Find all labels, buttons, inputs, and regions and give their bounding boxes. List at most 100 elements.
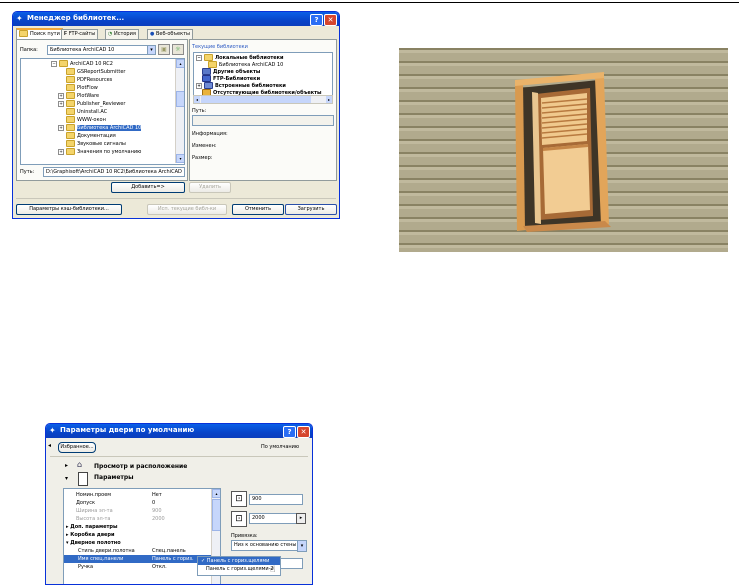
anchor-select[interactable]: Низ к основанию стены [231, 540, 299, 551]
size-label: Размер: [192, 155, 213, 161]
scroll-right-icon[interactable]: ▸ [326, 96, 332, 103]
title-bar[interactable]: ✦ Менеджер библиотек... ? ✕ [13, 12, 339, 26]
section-parameters[interactable]: Параметры [94, 474, 134, 481]
help-button[interactable]: ? [310, 14, 323, 26]
param-value[interactable]: Нет [152, 492, 162, 498]
scroll-thumb[interactable] [212, 499, 220, 531]
tree-item-ftp-libraries[interactable]: FTP-Библиотеки [202, 75, 260, 82]
delete-button[interactable]: Удалить [189, 182, 231, 193]
current-libraries-tree[interactable]: − Локальные библиотеки Библиотека ArchiCA… [193, 52, 333, 96]
tree-item[interactable]: GSReportSubmitter [66, 68, 125, 75]
right-path-field [192, 115, 334, 126]
current-libraries-panel: Текущие библиотеки − Локальные библиотеки… [189, 39, 337, 181]
folder-icon [66, 108, 75, 115]
tree-item[interactable]: Звуковые сигналы [66, 140, 126, 147]
param-group-frame[interactable]: ▸ Коробка двери [66, 532, 114, 538]
param-value[interactable]: Откл. [152, 564, 167, 570]
load-button[interactable]: Загрузить [285, 204, 337, 215]
scroll-up-icon[interactable]: ▴ [176, 59, 184, 68]
folder-icon [19, 30, 28, 37]
param-row[interactable]: Допуск [76, 500, 95, 506]
expand-icon[interactable]: + [58, 148, 64, 155]
expand-icon[interactable]: + [58, 100, 64, 107]
width-field[interactable]: 900 [249, 494, 303, 505]
tree-item-selected[interactable]: + Библиотека ArchiCAD 10 [58, 124, 142, 131]
collapse-icon[interactable]: − [196, 54, 202, 61]
param-group-leaf[interactable]: ▾ Дверное полотно [66, 540, 121, 546]
expand-arrow-icon[interactable]: ▸ [65, 462, 68, 469]
chevron-down-icon[interactable]: ▾ [297, 540, 307, 552]
tree-item[interactable]: PDFResources [66, 76, 112, 83]
cache-settings-button[interactable]: Параметры кэш-библиотеки... [16, 204, 122, 215]
height-icon: ⊡ [231, 511, 247, 527]
tree-scrollbar[interactable]: ▴ ▾ [175, 59, 184, 163]
close-button[interactable]: ✕ [324, 14, 337, 26]
param-value[interactable]: 0 [152, 500, 155, 506]
builtin-library-icon [204, 82, 213, 89]
window-title: Параметры двери по умолчанию [60, 426, 195, 434]
path-field[interactable]: D:\Graphisoft\ArchiCAD 10 RC2\Библиотека… [43, 167, 185, 177]
tab-ftp-sites[interactable]: 𝐅 FTP-сайты [61, 29, 99, 39]
folder-icon [208, 61, 217, 68]
tab-history[interactable]: ◔ История [105, 29, 139, 39]
tab-web-objects[interactable]: ● Веб-объекты [147, 29, 193, 39]
param-value: 2000 [152, 516, 165, 522]
expand-icon[interactable]: + [58, 124, 64, 131]
scroll-up-icon[interactable]: ▴ [212, 489, 220, 498]
tree-item[interactable]: − ArchiCAD 10 RC2 [51, 60, 113, 67]
tree-item-builtin-libraries[interactable]: + Встроенные библиотеки [196, 82, 286, 89]
horizontal-scrollbar[interactable]: ◂ ▸ [193, 95, 333, 104]
tree-item[interactable]: Документация [66, 132, 116, 139]
chevron-down-icon[interactable]: ▾ [147, 45, 156, 55]
expand-icon[interactable]: + [196, 82, 202, 89]
tree-item[interactable]: PlotFlow [66, 84, 98, 91]
param-value[interactable]: Панель с гориз. [152, 556, 194, 562]
close-button[interactable]: ✕ [297, 426, 310, 438]
folder-browser-panel: Папка: Библиотека ArchiCAD 10 ▾ ▣ ☼ − Arc… [16, 39, 188, 181]
param-row[interactable]: Ручка [78, 564, 93, 570]
height-field[interactable]: 2000 [249, 513, 297, 524]
folder-tree[interactable]: − ArchiCAD 10 RC2 GSReportSubmitter PDFRe… [20, 58, 185, 165]
collapse-icon[interactable]: − [51, 60, 57, 67]
help-button[interactable]: ? [283, 426, 296, 438]
tree-item-local-libraries[interactable]: − Локальные библиотеки [196, 54, 284, 61]
menu-item-selected[interactable]: ✓ Панель с гориз.щелями [198, 557, 280, 565]
folder-icon [66, 84, 75, 91]
right-path-label: Путь: [192, 108, 207, 114]
scroll-thumb[interactable] [201, 96, 311, 103]
anchor-label: Привязка: [231, 533, 258, 539]
menu-item[interactable]: Панель с гориз.щелями-2 [198, 565, 280, 573]
collapse-arrow-icon[interactable]: ◂ [48, 442, 51, 449]
section-preview-placement[interactable]: Просмотр и расположение [94, 463, 187, 470]
folder-select[interactable]: Библиотека ArchiCAD 10 [47, 45, 151, 55]
tree-item-other-objects[interactable]: Другие объекты [202, 68, 260, 75]
height-option-icon[interactable]: ▸ [296, 513, 306, 524]
scroll-left-icon[interactable]: ◂ [194, 96, 200, 103]
cancel-button[interactable]: Отменить [232, 204, 284, 215]
scroll-thumb[interactable] [176, 91, 184, 107]
open-folder-icon[interactable]: ▣ [158, 44, 170, 55]
new-folder-icon[interactable]: ☼ [172, 44, 184, 55]
param-row[interactable]: Имя спец.панели [78, 556, 123, 562]
panel-name-menu[interactable]: ✓ Панель с гориз.щелями Панель с гориз.щ… [197, 556, 281, 576]
collapse-arrow-icon[interactable]: ▾ [65, 475, 68, 482]
title-bar[interactable]: ✦ Параметры двери по умолчанию ? ✕ [46, 424, 312, 438]
param-value[interactable]: Спец.панель [152, 548, 186, 554]
use-current-libraries-button[interactable]: Исп. текущие библ-ки [147, 204, 227, 215]
add-button[interactable]: Добавить=> [111, 182, 185, 193]
tree-item[interactable]: + Значения по умолчанию [58, 148, 141, 155]
library-manager-window: ✦ Менеджер библиотек... ? ✕ Поиск пути 𝐅… [12, 11, 340, 219]
expand-icon[interactable]: + [58, 92, 64, 99]
tree-item[interactable]: + PlotWare [58, 92, 99, 99]
tree-item[interactable]: Библиотека ArchiCAD 10 [208, 61, 283, 68]
window-title: Менеджер библиотек... [27, 14, 125, 22]
tree-item[interactable]: + Publisher_Reviewer [58, 100, 125, 107]
favorites-button[interactable]: Избранное... [58, 442, 96, 453]
tree-item[interactable]: Uninstall.AC [66, 108, 107, 115]
param-row[interactable]: Номин.проем [76, 492, 111, 498]
default-label: По умолчанию [261, 444, 300, 450]
scroll-down-icon[interactable]: ▾ [176, 154, 184, 163]
param-row[interactable]: Стиль двери.полотна [78, 548, 135, 554]
tree-item[interactable]: WWW-окон [66, 116, 106, 123]
param-group-extra[interactable]: ▸ Доп. параметры [66, 524, 118, 530]
